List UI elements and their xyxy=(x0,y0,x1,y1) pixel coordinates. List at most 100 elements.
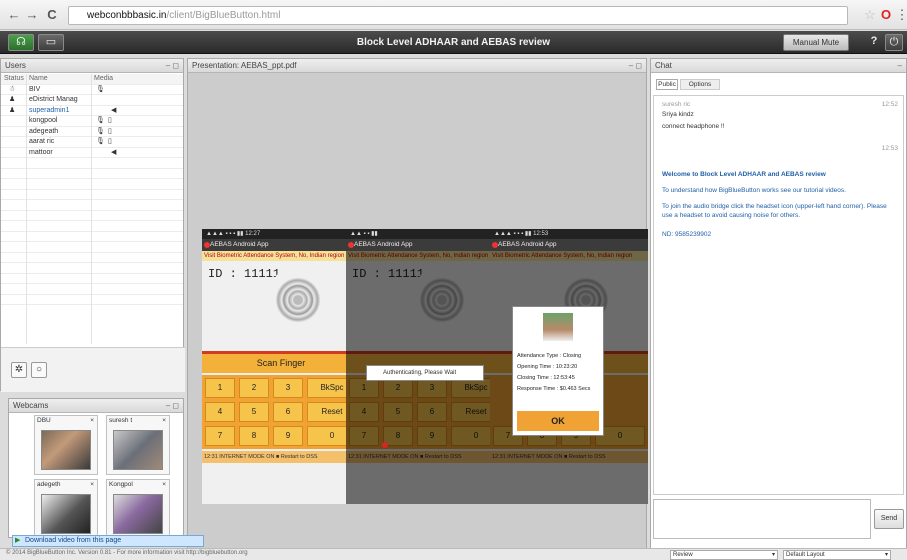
user-photo xyxy=(543,313,573,341)
phone-screen-result: ▲▲▲ ▪ ▪ ▪ ▮▮ 12:53 AEBAS Android App Vis… xyxy=(490,229,648,504)
webcam-icon[interactable]: ▯ xyxy=(108,127,112,137)
users-title: Users xyxy=(5,61,26,70)
settings-icon[interactable]: ✲ xyxy=(11,362,27,378)
empty-row xyxy=(1,295,183,305)
webcam-tile[interactable]: adegeth × xyxy=(34,479,98,539)
raise-hand-icon[interactable]: ○ xyxy=(31,362,47,378)
tab-options[interactable]: Options xyxy=(680,79,720,90)
webcam-icon[interactable]: ▯ xyxy=(108,137,112,147)
key-5[interactable]: 5 xyxy=(239,402,269,422)
key-4[interactable]: 4 xyxy=(205,402,235,422)
empty-row xyxy=(1,232,183,242)
url-path: /client/BigBlueButton.html xyxy=(166,10,281,21)
webcam-tile[interactable]: DBU × xyxy=(34,415,98,475)
phone-status-bar: ▲▲ ▪ ▪ ▮▮ xyxy=(346,229,504,239)
camera-button[interactable]: ▭ xyxy=(38,34,64,51)
user-row[interactable]: kongpool 🎙 ▯ xyxy=(1,116,183,127)
webcams-panel: Webcams – ◻ DBU × suresh t × adegeth × Kongp… xyxy=(8,398,184,539)
user-row[interactable]: adegeath 🎙 ▯ xyxy=(1,127,183,137)
webcams-title: Webcams xyxy=(13,401,49,410)
users-table: Status Name Media ☃ BIV 🎙 ♟ eDistrict Manag ♟… xyxy=(1,74,183,305)
microphone-icon[interactable]: 🎙 xyxy=(96,127,105,137)
browser-menu-icon[interactable]: ⋮ xyxy=(894,7,907,23)
play-icon: ▶ xyxy=(15,537,21,544)
user-row[interactable]: aarat ric 🎙 ▯ xyxy=(1,137,183,148)
user-icon: ♟ xyxy=(9,96,16,103)
headset-button[interactable]: ☊ xyxy=(8,34,34,51)
user-row[interactable]: ♟ superadmin1 ◀ xyxy=(1,106,183,116)
empty-row xyxy=(1,284,183,295)
app-title: AEBAS Android App xyxy=(210,241,269,248)
microphone-icon[interactable]: 🎙 xyxy=(96,116,105,126)
empty-row xyxy=(1,242,183,253)
authenticating-toast: Authenticating, Please Wait xyxy=(366,365,484,381)
chat-message: Sriya kindz xyxy=(662,111,694,118)
webcam-tile[interactable]: suresh t × xyxy=(106,415,170,475)
copyright-text: © 2014 BigBlueButton Inc. Version 0.81 -… xyxy=(6,550,248,556)
panel-window-controls[interactable]: – ◻ xyxy=(166,59,179,73)
forward-icon[interactable]: → xyxy=(24,7,40,23)
extension-icon[interactable]: O xyxy=(878,7,894,23)
app-title: AEBAS Android App xyxy=(498,241,557,248)
key-9[interactable]: 9 xyxy=(273,426,303,446)
audio-message: To join the audio bridge click the heads… xyxy=(662,203,887,219)
empty-row xyxy=(1,211,183,221)
download-video-banner[interactable]: ▶ Download video from this page xyxy=(12,535,204,547)
user-row[interactable]: ♟ eDistrict Manag xyxy=(1,95,183,106)
logout-button[interactable]: ⏻ xyxy=(885,34,903,51)
user-row[interactable]: ☃ BIV 🎙 xyxy=(1,85,183,95)
key-3[interactable]: 3 xyxy=(273,378,303,398)
tab-public[interactable]: Public xyxy=(656,79,678,90)
key-2[interactable]: 2 xyxy=(239,378,269,398)
user-name: aarat ric xyxy=(29,138,55,145)
phone-footer: 12:31 INTERNET MODE ON ■ Restart to DSS xyxy=(202,451,360,463)
empty-row xyxy=(1,158,183,169)
microphone-icon[interactable]: 🎙 xyxy=(96,85,105,95)
attendance-type: Attendance Type : Closing xyxy=(517,353,582,359)
col-status: Status xyxy=(4,75,24,82)
chat-input[interactable] xyxy=(653,499,871,539)
back-icon[interactable]: ← xyxy=(6,7,22,23)
layout-select[interactable]: Default Layout ▾ xyxy=(783,550,891,560)
webcam-name: Kongpol xyxy=(109,481,133,488)
col-name: Name xyxy=(29,75,48,82)
user-name: eDistrict Manag xyxy=(29,96,78,103)
key-1[interactable]: 1 xyxy=(205,378,235,398)
webcam-name: suresh t xyxy=(109,417,133,424)
microphone-icon[interactable]: 🎙 xyxy=(96,137,105,147)
address-bar[interactable]: webconbbbasic.in/client/BigBlueButton.ht… xyxy=(68,6,848,25)
chat-window-controls[interactable]: – xyxy=(898,59,902,73)
reload-icon[interactable]: C xyxy=(44,7,60,23)
user-name: mattoor xyxy=(29,148,53,156)
chat-time: 12:53 xyxy=(881,145,898,152)
col-media: Media xyxy=(94,75,114,82)
phone-status-bar: ▲▲▲ ▪ ▪ ▪ ▮▮ 12:27 xyxy=(202,229,360,239)
send-button[interactable]: Send xyxy=(874,509,904,529)
user-row[interactable]: mattoor ◀ xyxy=(1,148,183,158)
key-7[interactable]: 7 xyxy=(205,426,235,446)
key-6[interactable]: 6 xyxy=(273,402,303,422)
speaker-icon[interactable]: ◀ xyxy=(111,106,116,116)
help-button[interactable]: ? xyxy=(867,34,881,51)
user-name: BIV xyxy=(29,85,41,93)
chat-time: 12:52 xyxy=(881,101,898,108)
user-name: adegeath xyxy=(29,127,59,135)
response-time: Response Time : $0.463 Secs xyxy=(517,386,591,392)
chat-panel: Chat – Public Options suresh ric 12:52 Sr… xyxy=(650,58,907,553)
ok-button[interactable]: OK xyxy=(517,411,599,431)
webcam-icon[interactable]: ▯ xyxy=(108,116,112,126)
users-panel: Users – ◻ Status Name Media ☃ BIV 🎙 ♟ eDistri… xyxy=(0,58,185,392)
webcam-window-controls[interactable]: – ◻ xyxy=(166,399,179,413)
presenter-icon: ☃ xyxy=(9,85,16,93)
key-8[interactable]: 8 xyxy=(239,426,269,446)
users-footer: ✲ ○ xyxy=(1,347,185,392)
review-select[interactable]: Review ▾ xyxy=(670,550,778,560)
scan-finger-button[interactable]: Scan Finger xyxy=(202,351,360,373)
speaker-icon[interactable]: ◀ xyxy=(111,148,116,158)
phone-screen-auth: ▲▲ ▪ ▪ ▮▮ AEBAS Android App Visit Biomet… xyxy=(346,229,504,504)
bookmark-star-icon[interactable]: ☆ xyxy=(862,7,878,23)
webcam-tile[interactable]: Kongpol × xyxy=(106,479,170,539)
url-host: webconbbbasic.in xyxy=(87,10,167,21)
manual-mute-button[interactable]: Manual Mute xyxy=(783,34,849,51)
presentation-window-controls[interactable]: – ◻ xyxy=(629,59,642,73)
